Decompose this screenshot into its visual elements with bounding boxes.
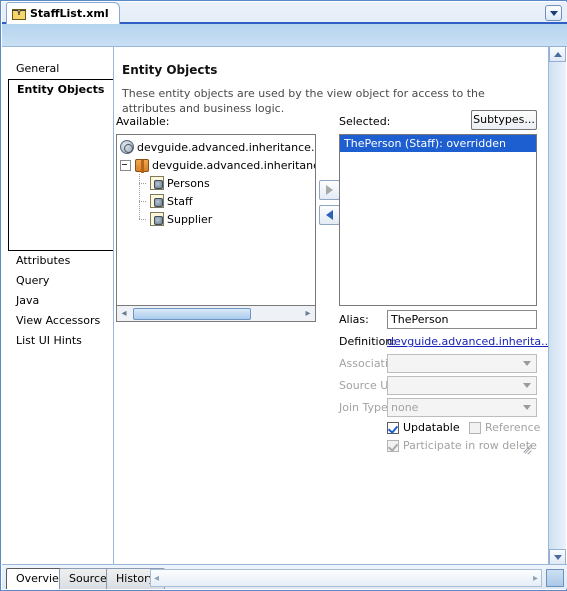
resize-grip-icon[interactable] bbox=[522, 439, 534, 455]
join-type-select[interactable]: none bbox=[387, 398, 537, 417]
entity-object-icon bbox=[150, 212, 164, 226]
arrow-right-icon bbox=[326, 185, 333, 195]
scroll-track[interactable] bbox=[131, 307, 301, 321]
definition-link[interactable]: devguide.advanced.inherita... bbox=[387, 332, 552, 352]
alias-input[interactable]: ThePerson bbox=[387, 310, 537, 329]
tree-branch-line bbox=[135, 174, 147, 192]
chevron-down-icon bbox=[549, 10, 558, 16]
globe-icon bbox=[120, 140, 134, 154]
package-icon bbox=[135, 158, 149, 173]
available-caption: Available: bbox=[116, 115, 170, 128]
sidebar-item-java[interactable]: Java bbox=[8, 291, 107, 311]
xml-file-icon bbox=[12, 8, 26, 20]
tree-node-label: devguide.advanced.inheritance bbox=[152, 158, 316, 172]
sidebar-item-view-accessors[interactable]: View Accessors bbox=[8, 311, 107, 331]
tree-row-root-package[interactable]: devguide.advanced.inheritance.Inhe bbox=[117, 138, 315, 156]
participate-row-delete-checkbox-row: Participate in row delete bbox=[387, 439, 537, 452]
scroll-right-icon[interactable]: ▸ bbox=[533, 573, 538, 584]
join-type-label: Join Type: bbox=[339, 401, 392, 414]
caret-up-icon bbox=[553, 51, 562, 57]
tree-row-staff[interactable]: Staff bbox=[117, 192, 315, 210]
participate-in-row-delete-checkbox bbox=[387, 439, 399, 452]
updatable-checkbox-row[interactable]: Updatable bbox=[387, 421, 460, 434]
selected-caption: Selected: bbox=[339, 115, 391, 128]
tree-row-persons[interactable]: Persons bbox=[117, 174, 315, 192]
sidebar-item-list-ui-hints[interactable]: List UI Hints bbox=[8, 331, 107, 351]
scroll-down-button[interactable] bbox=[549, 549, 566, 565]
chevron-down-icon bbox=[523, 361, 531, 366]
reference-label: Reference bbox=[485, 421, 541, 434]
entity-object-icon bbox=[150, 176, 164, 190]
selected-entities-list[interactable]: ThePerson (Staff): overridden bbox=[339, 134, 537, 306]
updatable-checkbox[interactable] bbox=[387, 421, 399, 434]
chevron-down-icon bbox=[523, 405, 531, 410]
participate-in-row-delete-label: Participate in row delete bbox=[403, 439, 537, 452]
available-horizontal-scrollbar[interactable]: ◂ ▸ bbox=[116, 306, 316, 322]
chevron-down-icon bbox=[523, 383, 531, 388]
document-tab-strip: StaffList.xml bbox=[2, 2, 567, 24]
editor-body: ? General Entity Objects Attributes Quer… bbox=[2, 46, 567, 566]
editor-vertical-scrollbar[interactable] bbox=[548, 46, 566, 565]
toolbar-band bbox=[2, 24, 567, 46]
sidebar-item-query[interactable]: Query bbox=[8, 271, 107, 291]
caret-down-icon bbox=[553, 554, 562, 560]
tree-node-label: Supplier bbox=[167, 212, 213, 226]
tree-node-label: Persons bbox=[167, 176, 210, 190]
scroll-left-icon[interactable]: ◂ bbox=[117, 307, 131, 321]
association-select[interactable] bbox=[387, 354, 537, 373]
sidebar-item-general[interactable]: General bbox=[8, 59, 107, 79]
tab-list-dropdown-button[interactable] bbox=[545, 5, 562, 21]
document-tab-label: StaffList.xml bbox=[30, 7, 109, 20]
sidebar-item-attributes[interactable]: Attributes bbox=[8, 251, 107, 271]
tree-row-package[interactable]: devguide.advanced.inheritance bbox=[117, 156, 315, 174]
scroll-left-icon[interactable]: ◂ bbox=[154, 573, 159, 584]
tree-node-label: Staff bbox=[167, 194, 193, 208]
scroll-right-icon[interactable]: ▸ bbox=[301, 307, 315, 321]
bottom-horizontal-scrollbar[interactable]: ◂ ▸ bbox=[150, 569, 542, 587]
add-entity-button[interactable] bbox=[319, 180, 340, 200]
updatable-label: Updatable bbox=[403, 421, 460, 434]
page-title: Entity Objects bbox=[122, 63, 218, 77]
scroll-thumb[interactable] bbox=[133, 307, 251, 320]
tree-branch-line bbox=[135, 192, 147, 210]
remove-entity-button[interactable] bbox=[319, 205, 340, 225]
reference-checkbox bbox=[469, 421, 481, 434]
arrow-left-icon bbox=[326, 210, 333, 220]
subtypes-button[interactable]: Subtypes... bbox=[471, 110, 537, 130]
collapse-expander-icon[interactable] bbox=[120, 159, 131, 171]
tree-node-label: devguide.advanced.inheritance.Inhe bbox=[137, 140, 315, 154]
tree-row-supplier[interactable]: Supplier bbox=[117, 210, 315, 228]
source-usage-select[interactable] bbox=[387, 376, 537, 395]
editor-navigation-list: General Entity Objects Attributes Query … bbox=[8, 59, 206, 529]
available-entities-tree[interactable]: devguide.advanced.inheritance.Inhe devgu… bbox=[116, 134, 316, 306]
editor-bottom-tabs: Overview Source History ◂ ▸ bbox=[2, 564, 567, 589]
page-description: These entity objects are used by the vie… bbox=[122, 87, 485, 115]
alias-label: Alias: bbox=[339, 313, 369, 326]
document-tab-stafflist-xml[interactable]: StaffList.xml bbox=[6, 2, 120, 24]
reference-checkbox-row: Reference bbox=[469, 421, 540, 434]
scroll-up-button[interactable] bbox=[549, 46, 566, 62]
join-type-value: none bbox=[391, 401, 419, 414]
entity-object-icon bbox=[150, 194, 164, 208]
scroll-track[interactable] bbox=[549, 62, 566, 549]
entity-objects-panel: Entity Objects These entity objects are … bbox=[113, 47, 552, 566]
list-item-selected-entity[interactable]: ThePerson (Staff): overridden bbox=[340, 135, 536, 152]
jdeveloper-editor-window: StaffList.xml ? General Entity Objects A… bbox=[0, 0, 567, 591]
transfer-button-group bbox=[319, 180, 340, 230]
tree-branch-line bbox=[135, 210, 147, 228]
scrollbar-corner bbox=[546, 569, 564, 587]
